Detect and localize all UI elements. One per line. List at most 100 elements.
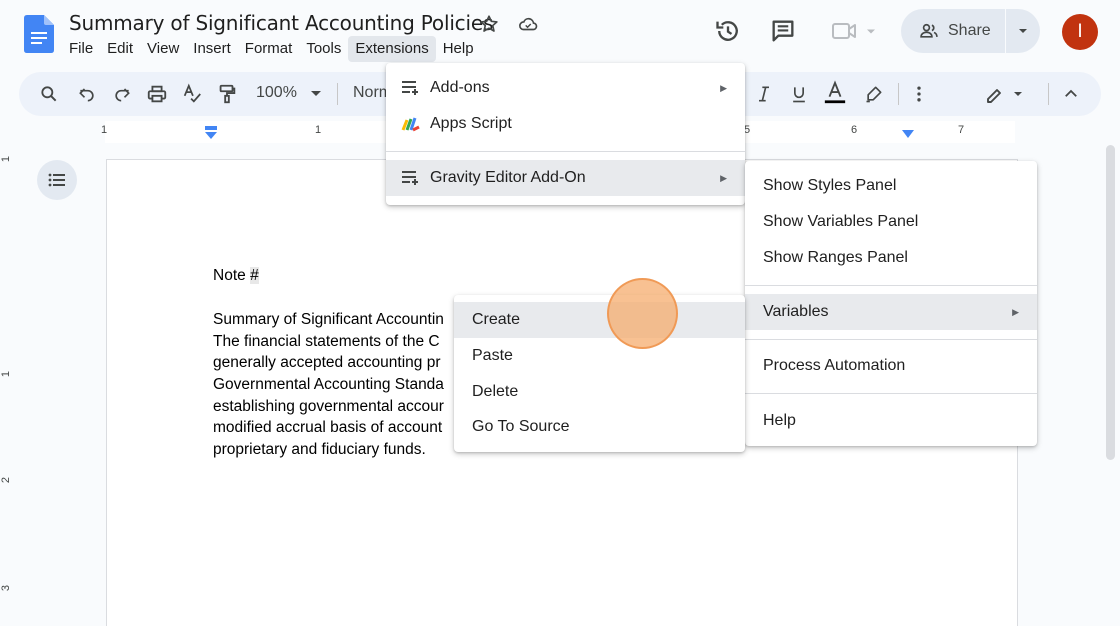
body-line[interactable]: Summary of Significant Accountin xyxy=(213,311,444,329)
share-options-button[interactable] xyxy=(1006,27,1040,35)
ruler-mark: 1 xyxy=(0,370,13,378)
menu-format[interactable]: Format xyxy=(238,36,300,62)
add-ons-icon xyxy=(401,78,421,98)
menu-help[interactable]: Help xyxy=(436,36,481,62)
share-label: Share xyxy=(948,22,991,39)
chevron-up-icon xyxy=(1065,89,1077,97)
menu-item-show-ranges-panel[interactable]: Show Ranges Panel xyxy=(745,240,1037,276)
print-icon xyxy=(147,85,167,103)
menu-tools[interactable]: Tools xyxy=(299,36,348,62)
menu-item-label: Help xyxy=(763,412,796,429)
italic-icon xyxy=(759,86,769,102)
menu-item-label: Go To Source xyxy=(472,418,570,435)
share-button[interactable]: Share xyxy=(901,9,1005,53)
spelling-button[interactable] xyxy=(180,82,204,106)
ruler-mark: 1 xyxy=(101,124,108,136)
document-title[interactable]: Summary of Significant Accounting Polici… xyxy=(69,11,493,35)
zoom-caret-icon[interactable] xyxy=(310,90,322,98)
menu-separator xyxy=(745,339,1037,340)
docs-logo-icon[interactable] xyxy=(24,15,54,53)
menu-item-label: Delete xyxy=(472,383,519,400)
cloud-saved-icon[interactable] xyxy=(517,13,539,35)
undo-icon xyxy=(79,88,94,102)
menu-separator xyxy=(745,393,1037,394)
menu-item-show-styles-panel[interactable]: Show Styles Panel xyxy=(745,168,1037,204)
menu-item-create[interactable]: Create xyxy=(454,302,745,338)
people-icon xyxy=(920,23,938,38)
print-button[interactable] xyxy=(145,82,169,106)
submenu-arrow-icon: ▶ xyxy=(720,82,727,93)
italic-button[interactable] xyxy=(752,82,776,106)
body-line[interactable]: modified accrual basis of account xyxy=(213,419,442,437)
undo-button[interactable] xyxy=(75,82,99,106)
menu-item-label: Create xyxy=(472,311,521,328)
menu-item-paste[interactable]: Paste xyxy=(454,338,745,374)
redo-button[interactable] xyxy=(110,82,134,106)
submenu-arrow-icon: ▶ xyxy=(720,172,727,183)
underline-button[interactable] xyxy=(787,82,811,106)
note-heading[interactable]: Note # xyxy=(213,267,259,285)
indent-marker-icon[interactable] xyxy=(204,126,218,140)
addon-list-icon xyxy=(401,168,421,188)
share-button-group: Share xyxy=(901,9,1040,53)
hide-menus-button[interactable] xyxy=(1059,82,1083,106)
edit-pencil-icon xyxy=(987,89,1022,103)
menu-item-label: Show Styles Panel xyxy=(763,177,897,194)
ruler-mark: 2 xyxy=(0,476,13,484)
vertical-scrollbar[interactable] xyxy=(1106,145,1115,460)
menu-item-label: Show Variables Panel xyxy=(763,213,919,230)
click-cursor-indicator xyxy=(607,278,678,349)
star-icon[interactable] xyxy=(478,13,500,35)
ruler-mark: 3 xyxy=(0,584,13,592)
editing-mode-button[interactable] xyxy=(982,82,1026,106)
account-avatar[interactable]: I xyxy=(1062,14,1098,50)
body-line[interactable]: generally accepted accounting pr xyxy=(213,354,440,372)
body-line[interactable]: Governmental Accounting Standa xyxy=(213,376,444,394)
body-line[interactable]: The financial statements of the C xyxy=(213,333,440,351)
underline-icon xyxy=(793,87,805,103)
more-options-button[interactable] xyxy=(907,82,931,106)
extensions-menu: Add-ons ▶ Apps Script Gravity Editor Add… xyxy=(386,63,745,205)
outline-list-icon xyxy=(48,173,65,187)
apps-script-icon xyxy=(401,114,421,134)
menu-item-gravity-editor[interactable]: Gravity Editor Add-On ▶ xyxy=(386,160,745,196)
note-hash: # xyxy=(250,267,259,284)
search-icon xyxy=(41,86,57,102)
comments-icon[interactable] xyxy=(769,17,797,45)
highlight-color-button[interactable] xyxy=(862,82,886,106)
menu-item-help[interactable]: Help xyxy=(745,403,1037,439)
meet-camera-icon[interactable] xyxy=(830,17,880,45)
menu-file[interactable]: File xyxy=(62,36,100,62)
paint-format-button[interactable] xyxy=(215,82,239,106)
text-color-button[interactable] xyxy=(823,78,847,108)
menu-item-label: Paste xyxy=(472,347,513,364)
menu-item-label: Apps Script xyxy=(430,115,512,132)
menu-item-go-to-source[interactable]: Go To Source xyxy=(454,409,745,445)
menu-item-variables[interactable]: Variables ▶ xyxy=(745,294,1037,330)
menu-item-apps-script[interactable]: Apps Script xyxy=(386,106,745,142)
menu-insert[interactable]: Insert xyxy=(186,36,238,62)
version-history-icon[interactable] xyxy=(714,17,742,45)
body-line[interactable]: establishing governmental accour xyxy=(213,398,444,416)
menu-item-show-variables-panel[interactable]: Show Variables Panel xyxy=(745,204,1037,240)
menu-item-label: Gravity Editor Add-On xyxy=(430,169,586,186)
caret-down-icon xyxy=(1019,29,1027,33)
zoom-select[interactable]: 100% xyxy=(256,84,297,102)
search-menus-button[interactable] xyxy=(37,82,61,106)
toolbar-divider xyxy=(337,83,338,105)
body-line[interactable]: proprietary and fiduciary funds. xyxy=(213,441,426,459)
menu-extensions[interactable]: Extensions xyxy=(348,36,436,62)
menu-item-delete[interactable]: Delete xyxy=(454,374,745,410)
menu-item-process-automation[interactable]: Process Automation xyxy=(745,348,1037,384)
menu-edit[interactable]: Edit xyxy=(100,36,140,62)
menu-separator xyxy=(745,285,1037,286)
document-outline-button[interactable] xyxy=(37,160,77,200)
menu-item-add-ons[interactable]: Add-ons ▶ xyxy=(386,70,745,106)
toolbar-divider xyxy=(898,83,899,105)
menu-view[interactable]: View xyxy=(140,36,186,62)
right-indent-marker-icon[interactable] xyxy=(901,129,915,139)
spellcheck-icon xyxy=(183,83,201,103)
vertical-ruler: 1 1 2 3 xyxy=(0,143,18,626)
menu-bar: File Edit View Insert Format Tools Exten… xyxy=(62,36,481,62)
gravity-editor-submenu: Show Styles Panel Show Variables Panel S… xyxy=(745,161,1037,446)
